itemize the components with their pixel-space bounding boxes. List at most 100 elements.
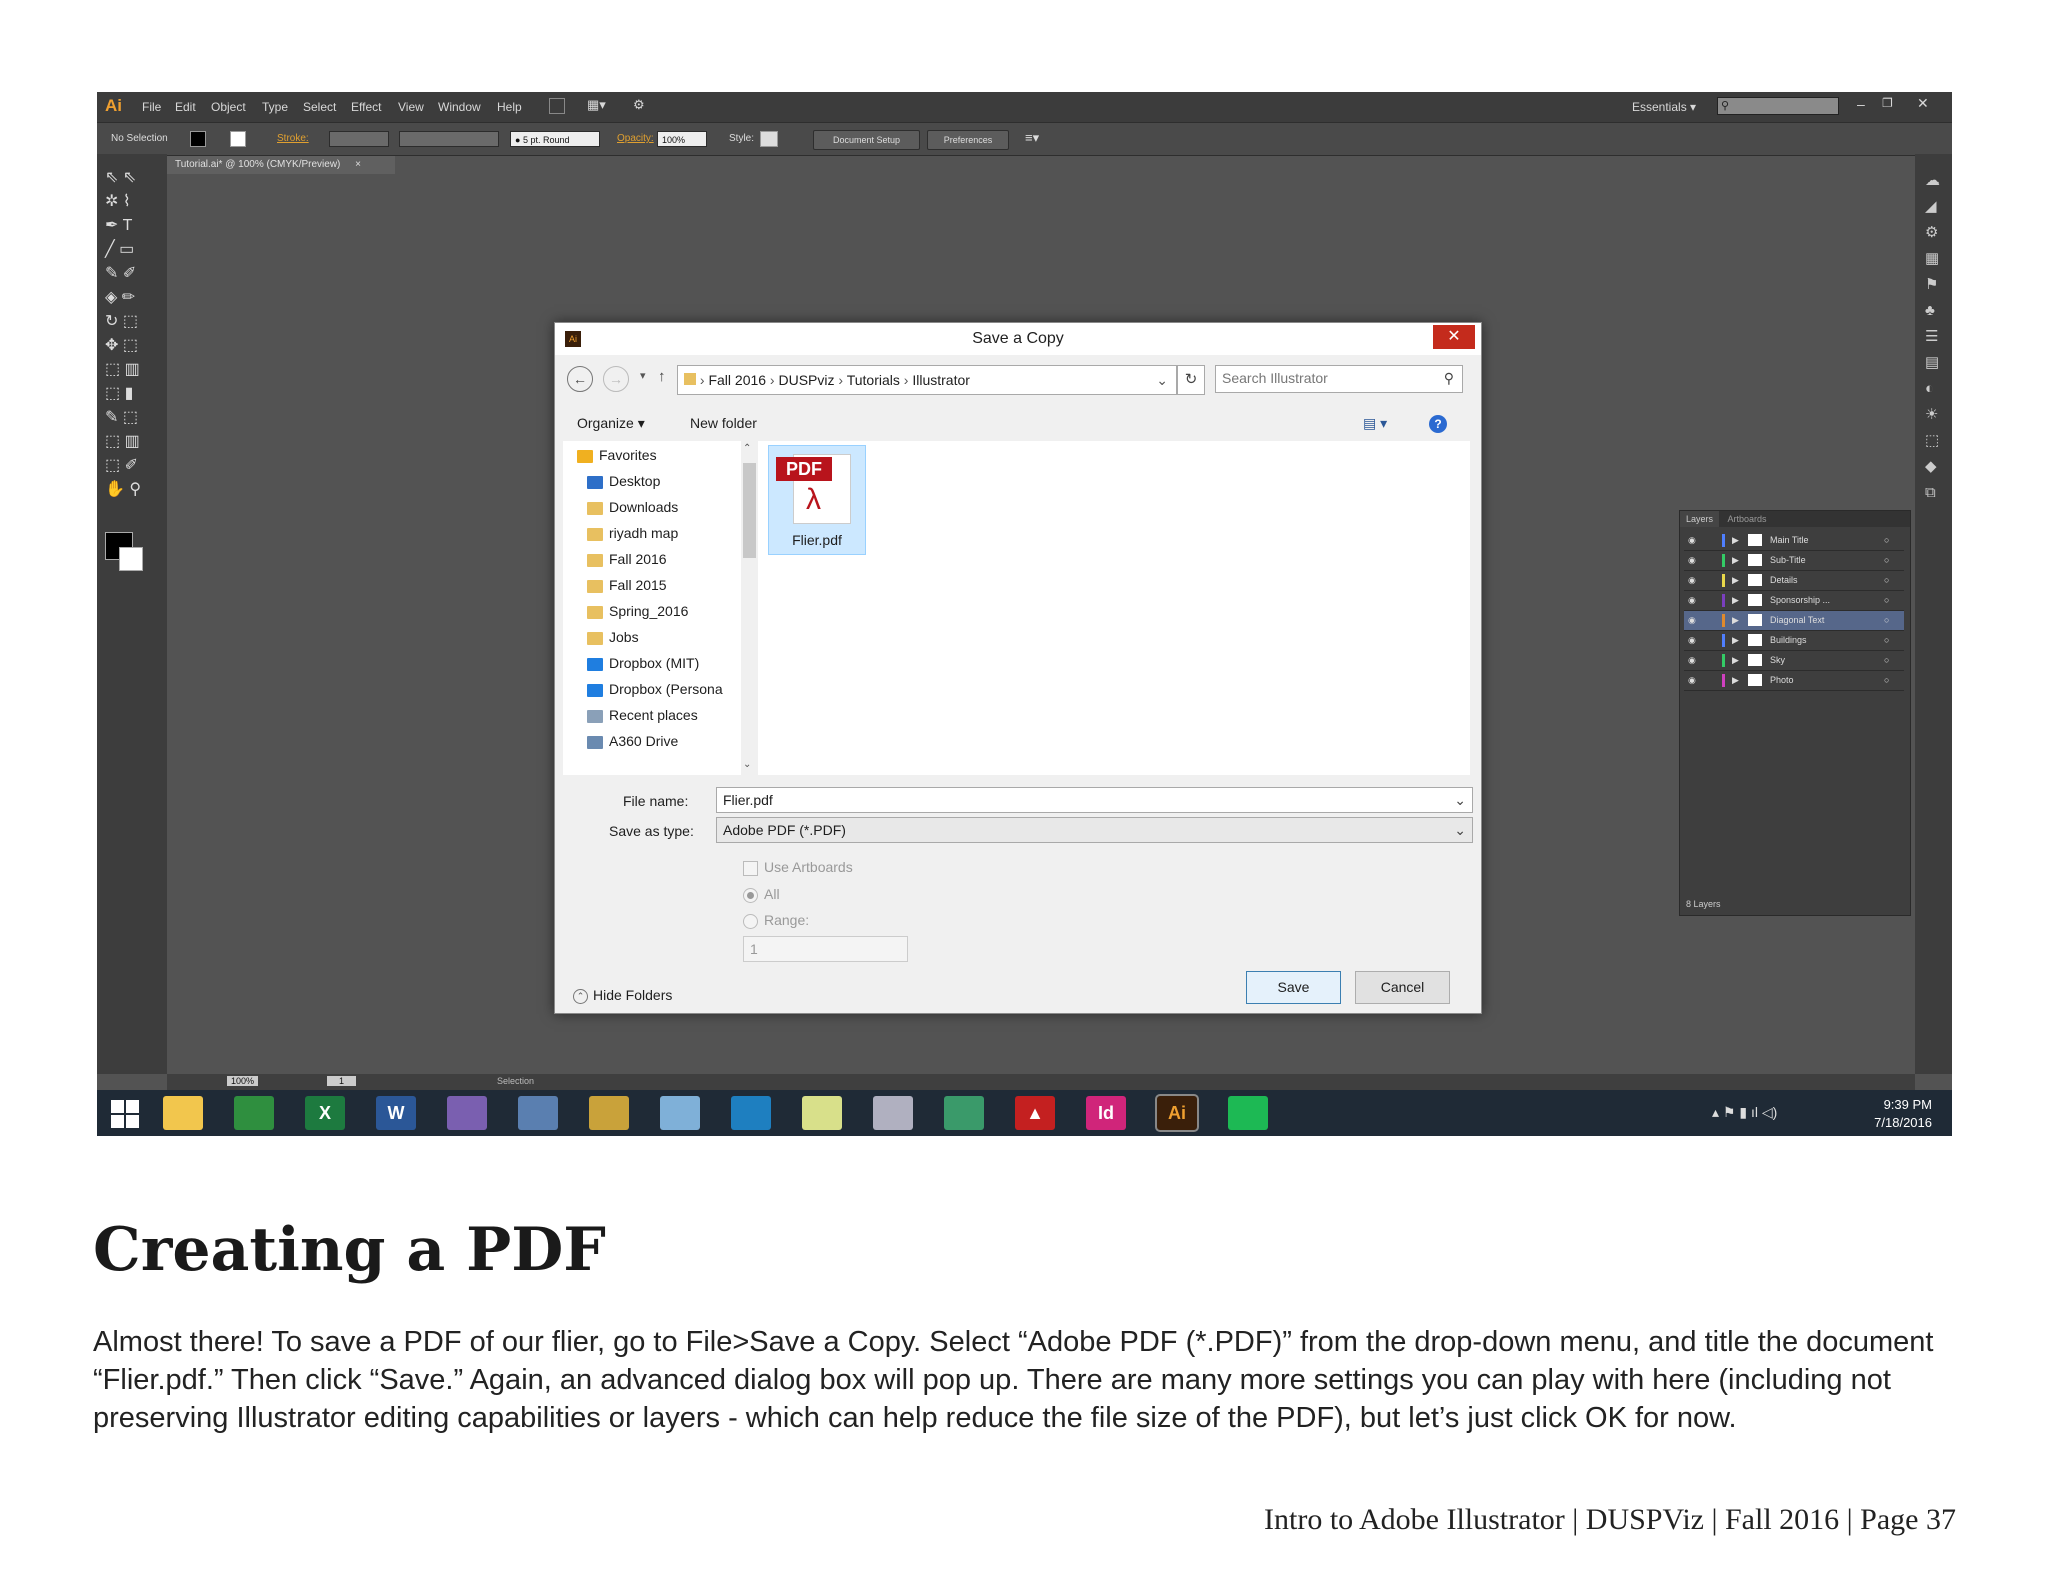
address-bar[interactable]: › Fall 2016 › DUSPviz › Tutorials › Illu… [677,365,1177,395]
menu-window[interactable]: Window [438,100,481,114]
app-globe-taskbar-icon[interactable] [944,1096,984,1130]
file-item-flier-pdf[interactable]: PDF λ Flier.pdf [768,445,866,555]
dialog-close-button[interactable]: ✕ [1433,325,1475,349]
address-dropdown-icon[interactable]: ⌄ [1156,366,1168,394]
menu-object[interactable]: Object [211,100,246,114]
nav-item[interactable]: Desktop [609,473,660,489]
layer-row[interactable]: ◉ ▶ Sponsorship ... ○ [1684,591,1904,611]
expand-triangle-icon[interactable]: ▶ [1732,651,1739,670]
layer-row[interactable]: ◉ ▶ Main Title ○ [1684,531,1904,551]
layer-row[interactable]: ◉ ▶ Sky ○ [1684,651,1904,671]
preferences-button[interactable]: Preferences [927,130,1009,150]
app-box-taskbar-icon[interactable] [589,1096,629,1130]
arrange-documents-icon[interactable]: ▦▾ [587,97,606,113]
expand-triangle-icon[interactable]: ▶ [1732,611,1739,630]
organize-menu[interactable]: Organize ▾ [577,415,645,432]
brush-field[interactable]: ● 5 pt. Round [510,131,600,147]
nav-scrollbar[interactable]: ⌃ ⌄ [741,441,758,775]
target-circle-icon[interactable]: ○ [1884,651,1889,670]
expand-triangle-icon[interactable]: ▶ [1732,551,1739,570]
stroke-swatch[interactable] [230,131,246,147]
nav-item[interactable]: Jobs [609,629,639,645]
target-circle-icon[interactable]: ○ [1884,631,1889,650]
cancel-button[interactable]: Cancel [1355,971,1450,1004]
sticky-notes-taskbar-icon[interactable] [802,1096,842,1130]
nav-item[interactable]: Downloads [609,499,678,515]
recent-locations-icon[interactable]: ▾ [640,369,646,382]
spotify-taskbar-icon[interactable] [1228,1096,1268,1130]
opacity-label[interactable]: Opacity: [617,133,654,144]
dock-icons[interactable]: ☁ ◢ ⚙ ▦ ⚑ ♣ ☰ ▤ ◐ ☀ ⬚ ◆ ⧉ [1925,168,1940,506]
search-field[interactable]: ⚲ [1717,97,1839,115]
minimize-icon[interactable]: – [1857,96,1865,112]
tab-layers[interactable]: Layers [1680,511,1720,527]
nav-item[interactable]: Recent places [609,707,698,723]
menu-edit[interactable]: Edit [175,100,196,114]
refresh-button[interactable]: ↻ [1177,365,1205,395]
tray-icons[interactable]: ▴ ⚑ ▮ ıl ◁) [1712,1104,1777,1121]
new-folder-button[interactable]: New folder [690,415,757,431]
menu-view[interactable]: View [398,100,424,114]
menu-type[interactable]: Type [262,100,288,114]
nav-item[interactable]: Fall 2016 [609,551,667,567]
breadcrumb-duspviz[interactable]: DUSPviz [779,372,835,388]
visibility-eye-icon[interactable]: ◉ [1688,671,1696,690]
chevron-down-icon[interactable]: ⌄ [1454,788,1466,812]
gpu-performance-icon[interactable]: ⚙ [633,97,645,113]
style-swatch[interactable] [760,131,778,147]
close-tab-icon[interactable]: × [355,159,361,170]
chrome-taskbar-icon[interactable] [234,1096,274,1130]
app-diamond-taskbar-icon[interactable] [447,1096,487,1130]
tool-grid[interactable]: ⇖ ⇖ ✲ ⌇ ✒ T ╱ ▭ ✎ ✐ ◈ ✏ ↻ ⬚ ✥ ⬚ ⬚ ▥ ⬚ ▮ ✎ ⬚ ⬚ ▥ ⬚ ✐ ✋… [105,166,159,502]
use-artboards-checkbox[interactable] [743,861,758,876]
stroke-label[interactable]: Stroke: [277,133,309,144]
save-as-type-select[interactable]: Adobe PDF (*.PDF) ⌄ [716,817,1473,843]
chevron-down-icon[interactable]: ⌄ [1454,818,1466,842]
visibility-eye-icon[interactable]: ◉ [1688,591,1696,610]
layer-row[interactable]: ◉ ▶ Details ○ [1684,571,1904,591]
layer-row[interactable]: ◉ ▶ Buildings ○ [1684,631,1904,651]
stroke-color-swatch[interactable] [119,547,143,571]
visibility-eye-icon[interactable]: ◉ [1688,631,1696,650]
workspace-switcher[interactable]: Essentials ▾ [1632,100,1696,114]
nav-item[interactable]: riyadh map [609,525,678,541]
layer-row[interactable]: ◉ ▶ Photo ○ [1684,671,1904,691]
file-name-field[interactable]: Flier.pdf ⌄ [716,787,1473,813]
target-circle-icon[interactable]: ○ [1884,531,1889,550]
excel-taskbar-icon[interactable]: X [305,1096,345,1130]
clock[interactable]: 9:39 PM 7/18/2016 [1862,1096,1932,1132]
nav-item[interactable]: Fall 2015 [609,577,667,593]
visibility-eye-icon[interactable]: ◉ [1688,531,1696,550]
indesign-taskbar-icon[interactable]: Id [1086,1096,1126,1130]
range-radio[interactable] [743,914,758,929]
variable-width-field[interactable] [399,131,499,147]
menu-help[interactable]: Help [497,100,522,114]
artboard-number-field[interactable]: 1 [327,1076,357,1086]
illustrator-taskbar-icon[interactable]: Ai [1155,1094,1199,1132]
nav-item[interactable]: A360 Drive [609,733,678,749]
target-circle-icon[interactable]: ○ [1884,551,1889,570]
tab-artboards[interactable]: Artboards [1722,514,1767,524]
calculator-taskbar-icon[interactable] [518,1096,558,1130]
target-circle-icon[interactable]: ○ [1884,611,1889,630]
expand-triangle-icon[interactable]: ▶ [1732,571,1739,590]
visibility-eye-icon[interactable]: ◉ [1688,611,1696,630]
fill-swatch[interactable] [190,131,206,147]
opacity-field[interactable]: 100% [657,131,707,147]
app-note-taskbar-icon[interactable] [660,1096,700,1130]
expand-triangle-icon[interactable]: ▶ [1732,631,1739,650]
expand-triangle-icon[interactable]: ▶ [1732,591,1739,610]
target-circle-icon[interactable]: ○ [1884,671,1889,690]
align-icon[interactable]: ≡▾ [1025,130,1039,146]
magnifier-taskbar-icon[interactable] [731,1096,771,1130]
back-button[interactable]: ← [567,366,593,392]
breadcrumb-illustrator[interactable]: Illustrator [912,372,970,388]
stroke-weight-field[interactable] [329,131,389,147]
target-circle-icon[interactable]: ○ [1884,571,1889,590]
layer-row[interactable]: ◉ ▶ Diagonal Text ○ [1684,611,1904,631]
nav-item[interactable]: Spring_2016 [609,603,688,619]
visibility-eye-icon[interactable]: ◉ [1688,651,1696,670]
zoom-field[interactable]: 100% [227,1076,259,1086]
bridge-icon[interactable] [549,98,565,114]
save-button[interactable]: Save [1246,971,1341,1004]
